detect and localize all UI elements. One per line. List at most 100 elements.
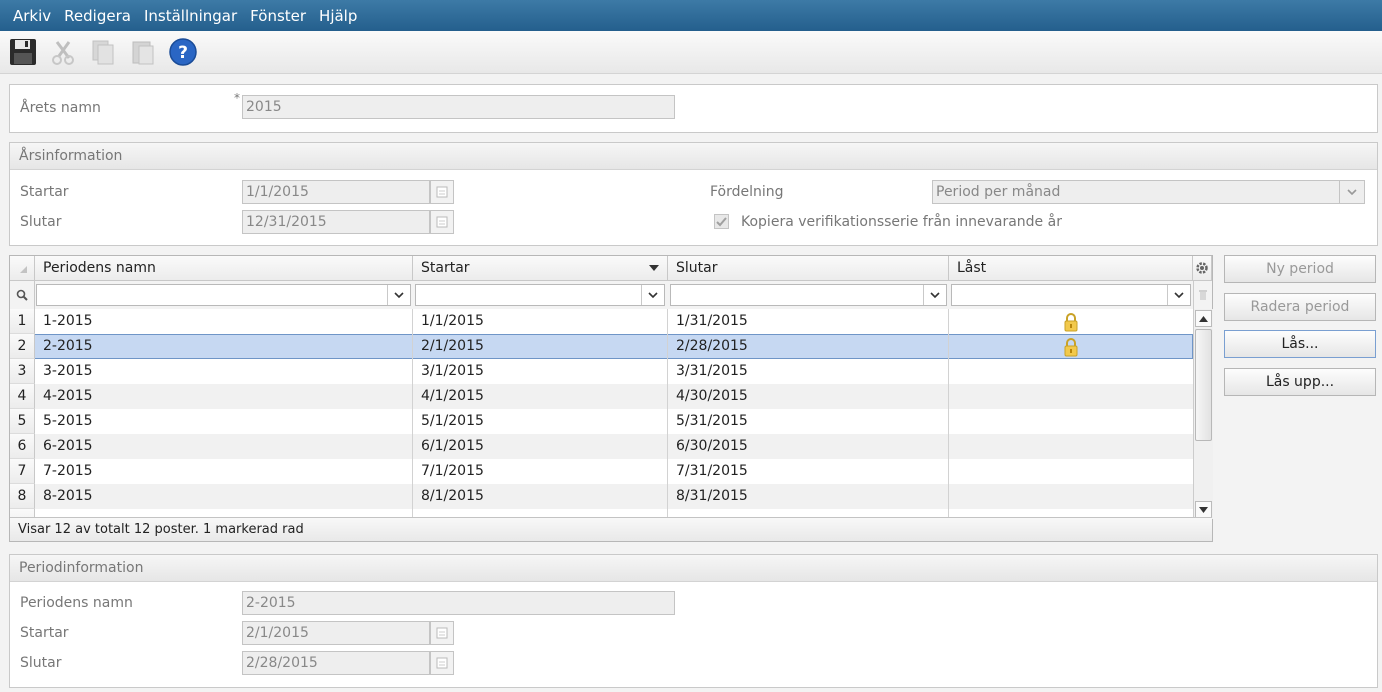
cell-end: 5/31/2015 <box>668 409 949 434</box>
distribution-select[interactable]: Period per månad <box>932 180 1365 204</box>
year-start-input[interactable]: 1/1/2015 <box>242 180 430 204</box>
table-row[interactable]: 3 3-2015 3/1/2015 3/31/2015 <box>10 359 1193 384</box>
cell-locked <box>949 459 1193 484</box>
chevron-down-icon[interactable] <box>923 285 946 305</box>
lock-button[interactable]: Lås... <box>1224 330 1376 358</box>
copy-series-checkbox[interactable] <box>714 214 729 229</box>
table-row[interactable]: 4 4-2015 4/1/2015 4/30/2015 <box>10 384 1193 409</box>
cell-start: 1/1/2015 <box>413 309 668 334</box>
filter-end-input[interactable] <box>670 284 947 306</box>
year-info-panel: Årsinformation Startar 1/1/2015 Slutar 1… <box>9 142 1378 246</box>
scroll-up-icon[interactable] <box>1195 310 1212 327</box>
cell-locked <box>949 359 1193 384</box>
paste-icon[interactable] <box>128 37 158 67</box>
table-row[interactable]: 8 8-2015 8/1/2015 8/31/2015 <box>10 484 1193 509</box>
column-header-locked[interactable]: Låst <box>949 256 1193 281</box>
table-row[interactable]: 1 1-2015 1/1/2015 1/31/2015 <box>10 309 1193 334</box>
cell-name: 2-2015 <box>35 334 413 359</box>
row-number: 4 <box>10 384 35 409</box>
cell-end: 7/31/2015 <box>668 459 949 484</box>
row-number: 7 <box>10 459 35 484</box>
chevron-down-icon[interactable] <box>641 285 664 305</box>
filter-name-input[interactable] <box>36 284 411 306</box>
row-number: 6 <box>10 434 35 459</box>
cell-locked <box>949 409 1193 434</box>
cell-start: 5/1/2015 <box>413 409 668 434</box>
copy-series-label: Kopiera verifikationsserie från innevara… <box>741 214 1062 230</box>
calendar-icon[interactable] <box>430 621 454 645</box>
column-header-end[interactable]: Slutar <box>668 256 949 281</box>
clear-filter-icon[interactable] <box>1193 281 1212 309</box>
cell-locked <box>949 484 1193 509</box>
menu-installningar[interactable]: Inställningar <box>144 7 237 25</box>
new-period-button[interactable]: Ny period <box>1224 255 1376 283</box>
row-number: 2 <box>10 334 35 359</box>
menu-fonster[interactable]: Fönster <box>250 7 306 25</box>
cell-name: 6-2015 <box>35 434 413 459</box>
row-number: 8 <box>10 484 35 509</box>
cell-name: 1-2015 <box>35 309 413 334</box>
gear-icon[interactable] <box>1193 256 1212 281</box>
cell-start: 8/1/2015 <box>413 484 668 509</box>
period-name-label: Periodens namn <box>20 595 133 611</box>
cell-end: 3/31/2015 <box>668 359 949 384</box>
scroll-thumb[interactable] <box>1195 329 1212 441</box>
cell-end: 6/30/2015 <box>668 434 949 459</box>
period-end-label: Slutar <box>20 655 62 671</box>
sort-desc-icon <box>649 265 659 271</box>
chevron-down-icon[interactable] <box>1167 285 1190 305</box>
calendar-icon[interactable] <box>430 180 454 204</box>
table-row[interactable]: 7 7-2015 7/1/2015 7/31/2015 <box>10 459 1193 484</box>
grid-corner <box>10 256 35 281</box>
year-end-label: Slutar <box>20 214 62 230</box>
period-info-title: Periodinformation <box>10 555 1377 582</box>
filter-locked-input[interactable] <box>951 284 1191 306</box>
delete-period-button[interactable]: Radera period <box>1224 293 1376 321</box>
period-end-input[interactable]: 2/28/2015 <box>242 651 430 675</box>
column-header-name[interactable]: Periodens namn <box>35 256 413 281</box>
cell-start: 3/1/2015 <box>413 359 668 384</box>
period-name-input[interactable]: 2-2015 <box>242 591 675 615</box>
year-name-panel: Årets namn * 2015 <box>9 84 1378 133</box>
svg-text:?: ? <box>178 43 188 63</box>
copy-icon[interactable] <box>88 37 118 67</box>
cell-end: 1/31/2015 <box>668 309 949 334</box>
cell-start: 7/1/2015 <box>413 459 668 484</box>
year-start-label: Startar <box>20 184 69 200</box>
grid-status: Visar 12 av totalt 12 poster. 1 markerad… <box>10 517 1212 541</box>
cell-name: 7-2015 <box>35 459 413 484</box>
year-name-label: Årets namn <box>20 100 101 116</box>
year-name-input[interactable]: 2015 <box>242 95 675 119</box>
scroll-down-icon[interactable] <box>1195 501 1212 518</box>
cell-end: 4/30/2015 <box>668 384 949 409</box>
year-info-title: Årsinformation <box>10 143 1377 170</box>
cell-start: 2/1/2015 <box>413 334 668 359</box>
cell-locked <box>949 309 1193 334</box>
year-end-input[interactable]: 12/31/2015 <box>242 210 430 234</box>
save-icon[interactable] <box>8 37 38 67</box>
calendar-icon[interactable] <box>430 210 454 234</box>
vertical-scrollbar[interactable] <box>1193 309 1213 519</box>
cell-locked <box>949 384 1193 409</box>
menu-hjalp[interactable]: Hjälp <box>319 7 357 25</box>
row-number: 3 <box>10 359 35 384</box>
menu-redigera[interactable]: Redigera <box>64 7 131 25</box>
column-header-start[interactable]: Startar <box>413 256 668 281</box>
help-icon[interactable]: ? <box>168 37 198 67</box>
period-start-label: Startar <box>20 625 69 641</box>
filter-start-input[interactable] <box>415 284 665 306</box>
distribution-value: Period per månad <box>936 184 1061 200</box>
distribution-label: Fördelning <box>710 184 784 200</box>
menu-arkiv[interactable]: Arkiv <box>13 7 51 25</box>
period-start-input[interactable]: 2/1/2015 <box>242 621 430 645</box>
table-row[interactable]: 6 6-2015 6/1/2015 6/30/2015 <box>10 434 1193 459</box>
unlock-button[interactable]: Lås upp... <box>1224 368 1376 396</box>
menu-bar: Arkiv Redigera Inställningar Fönster Hjä… <box>0 0 1382 31</box>
chevron-down-icon[interactable] <box>1339 181 1364 203</box>
calendar-icon[interactable] <box>430 651 454 675</box>
table-row[interactable]: 2 2-2015 2/1/2015 2/28/2015 <box>10 334 1193 359</box>
cut-icon[interactable] <box>48 37 78 67</box>
chevron-down-icon[interactable] <box>387 285 410 305</box>
toolbar: ? <box>0 31 1382 74</box>
table-row[interactable]: 5 5-2015 5/1/2015 5/31/2015 <box>10 409 1193 434</box>
